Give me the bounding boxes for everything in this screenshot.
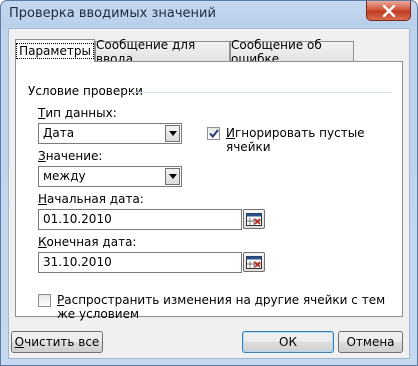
clear-all-button[interactable]: Очистить все (11, 331, 103, 353)
cancel-button[interactable]: Отмена (338, 331, 403, 353)
start-date-input[interactable]: 01.10.2010 (38, 209, 242, 230)
tab-panel-parameters: Условие проверки Тип данных: Дата Игнори… (15, 61, 403, 321)
apply-all-checkbox[interactable] (38, 294, 51, 307)
range-select-icon (246, 255, 262, 269)
chevron-down-icon[interactable] (165, 168, 180, 185)
operator-label: Значение: (38, 149, 103, 163)
window-title: Проверка вводимых значений (9, 6, 216, 21)
end-date-value: 31.10.2010 (43, 255, 112, 269)
end-date-range-button[interactable] (243, 252, 265, 272)
end-date-input[interactable]: 31.10.2010 (38, 252, 242, 273)
data-type-select[interactable]: Дата (38, 123, 182, 144)
data-type-value: Дата (43, 126, 75, 140)
ok-button[interactable]: ОК (242, 331, 334, 353)
operator-value: между (43, 169, 86, 183)
tab-label: Параметры (16, 43, 94, 59)
checkmark-icon (208, 129, 219, 138)
tab-error-message[interactable]: Сообщение об ошибке (230, 38, 354, 66)
ignore-blank-checkbox[interactable] (207, 127, 220, 140)
dialog-window: Проверка вводимых значений Параметры Соо… (0, 0, 418, 366)
tab-input-message[interactable]: Сообщение для ввода (95, 38, 230, 66)
tab-parameters[interactable]: Параметры (15, 39, 95, 62)
close-button[interactable] (366, 1, 411, 21)
dialog-client-area: Параметры Сообщение для ввода Сообщение … (8, 28, 410, 359)
apply-all-label[interactable]: Распространить изменения на другие ячейк… (57, 293, 402, 321)
end-date-label: Конечная дата: (38, 235, 137, 249)
ignore-blank-label[interactable]: Игнорировать пустые ячейки (226, 126, 402, 154)
range-select-icon (246, 212, 262, 226)
chevron-down-icon[interactable] (165, 125, 180, 142)
start-date-value: 01.10.2010 (43, 212, 112, 226)
group-label: Условие проверки (28, 84, 143, 98)
data-type-label: Тип данных: (38, 106, 117, 120)
close-icon (382, 4, 395, 17)
start-date-label: Начальная дата: (38, 192, 144, 206)
group-divider (128, 92, 392, 93)
operator-select[interactable]: между (38, 166, 182, 187)
start-date-range-button[interactable] (243, 209, 265, 229)
